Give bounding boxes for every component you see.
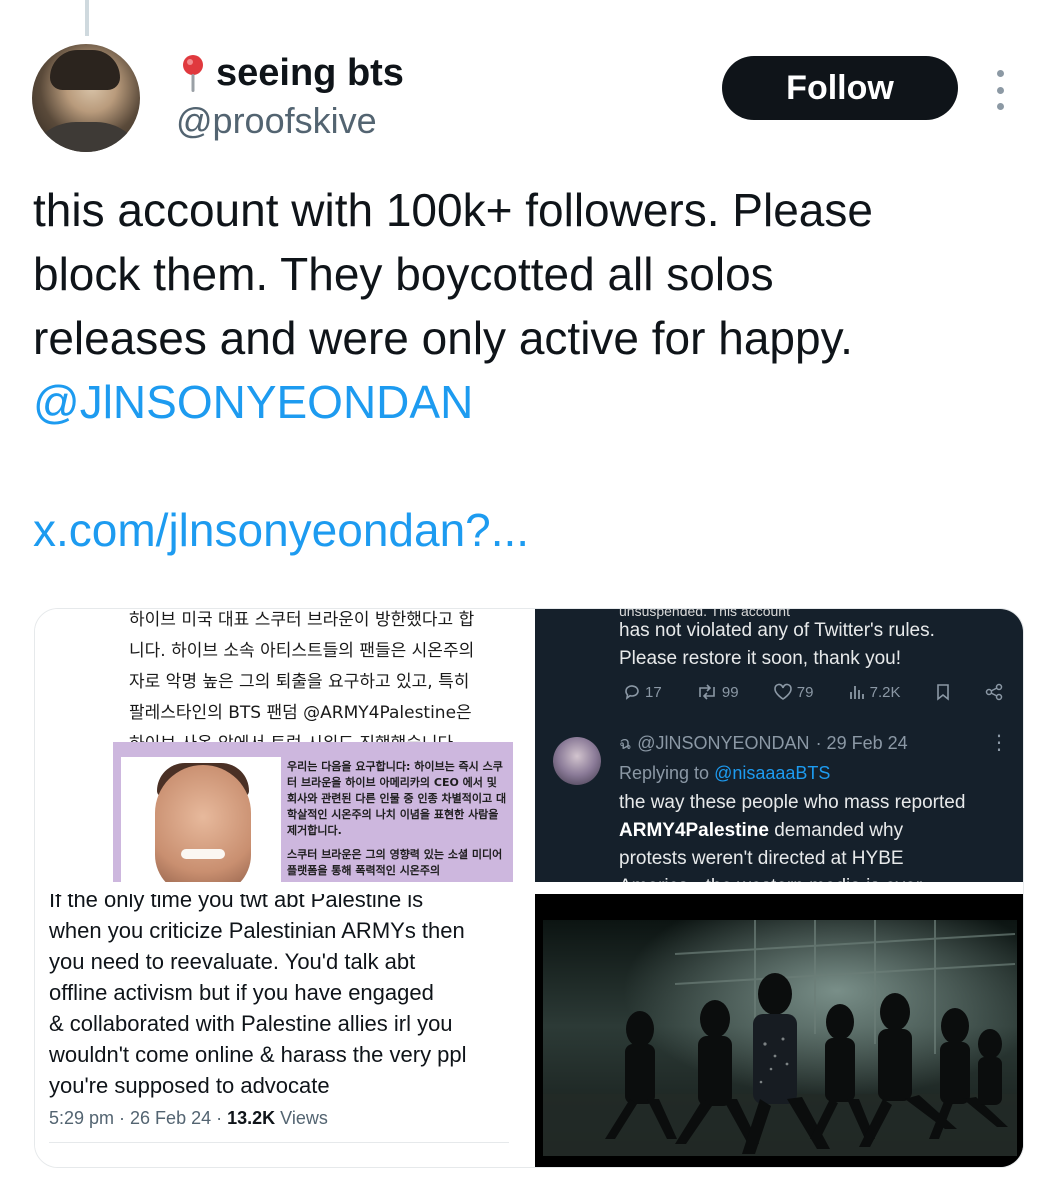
korean-line: 팔레스타인의 BTS 팬덤 @ARMY4Palestine은 — [129, 703, 472, 723]
retweet-count: 99 — [721, 683, 739, 701]
tweet-text: this account with 100k+ followers. Pleas… — [33, 178, 1013, 434]
like-action[interactable]: 79 — [773, 683, 814, 701]
share-icon — [985, 683, 1003, 701]
reply-avatar[interactable] — [553, 737, 601, 785]
tweet-views-count: 13.2K — [227, 1108, 276, 1128]
reply-line-2: ARMY4Palestine demanded why — [619, 817, 1019, 845]
media-grid: 하이브 미국 대표 스쿠터 브라운이 방한했다고 합 니다. 하이브 소속 아티… — [34, 608, 1024, 1168]
reply-bold: ARMY4Palestine — [619, 820, 769, 841]
mention-link[interactable]: @JlNSONYEONDAN — [33, 370, 1013, 434]
replying-to-label: Replying to — [619, 763, 710, 783]
portrait-photo — [121, 757, 281, 882]
round-pushpin-icon — [183, 55, 203, 92]
avatar[interactable] — [32, 44, 140, 152]
reply-date: · 29 Feb 24 — [815, 733, 908, 753]
light-tweet-line: If the only time you twt abt Palestine i… — [49, 894, 424, 912]
light-tweet-meta: 5:29 pm · 26 Feb 24 · 13.2K Views — [49, 1106, 328, 1130]
bookmark-action[interactable] — [935, 683, 951, 701]
dark-tweet-actions: 17 99 79 7.2K — [623, 683, 1003, 701]
media-photo[interactable] — [535, 894, 1023, 1167]
reply-prefix: ฉ — [619, 733, 632, 753]
retweet-icon — [699, 684, 715, 700]
views-action[interactable]: 7.2K — [848, 683, 901, 701]
dark-tweet-line: Please restore it soon, thank you! — [619, 648, 901, 669]
bookmark-icon — [936, 684, 949, 701]
views-icon — [849, 686, 864, 699]
tweet-views-label: Views — [275, 1108, 328, 1128]
reply-handle[interactable]: @JlNSONYEONDAN — [637, 729, 809, 757]
author-handle[interactable]: @proofskive — [176, 98, 404, 144]
like-count: 79 — [796, 683, 814, 701]
dance-scene-image — [535, 894, 1023, 1167]
views-count: 7.2K — [869, 683, 901, 701]
dark-tweet-line: has not violated any of Twitter's rules. — [619, 620, 935, 641]
reply-body: the way these people who mass reported A… — [619, 789, 1019, 882]
demand-paragraph: 스쿠터 브라운은 그의 영향력 있는 소셜 미디어 플랫폼을 통해 폭력적인 시… — [287, 848, 503, 877]
replying-to: Replying to @nisaaaaBTS — [619, 759, 830, 787]
media-korean-article[interactable]: 하이브 미국 대표 스쿠터 브라운이 방한했다고 합 니다. 하이브 소속 아티… — [35, 609, 523, 882]
korean-line: 니다. 하이브 소속 아티스트들의 팬들은 시온주의 — [129, 641, 475, 661]
follow-button[interactable]: Follow — [722, 56, 958, 120]
reply-line: the way these people who mass reported — [619, 792, 966, 813]
korean-line: 하이브 미국 대표 스쿠터 브라운이 방한했다고 합 — [129, 610, 475, 630]
media-dark-tweet[interactable]: unsuspended. This account has not violat… — [535, 609, 1023, 882]
heart-icon — [773, 683, 792, 700]
light-tweet-line: you're supposed to advocate — [49, 1073, 330, 1098]
reply-header: ฉ @JlNSONYEONDAN · 29 Feb 24 ⋮ — [619, 729, 1009, 757]
light-tweet-line: & collaborated with Palestine allies irl… — [49, 1011, 453, 1036]
tweet-url-link[interactable]: x.com/jlnsonyeondan?... — [33, 498, 529, 562]
reply-action[interactable]: 17 — [623, 683, 662, 701]
light-tweet-line: offline activism but if you have engaged — [49, 980, 434, 1005]
korean-line: 자로 악명 높은 그의 퇴출을 요구하고 있고, 특히 — [129, 672, 470, 692]
share-action[interactable] — [985, 683, 1003, 701]
divider — [49, 1142, 509, 1143]
reply-icon — [625, 685, 639, 700]
tweet-timestamp: 5:29 pm · 26 Feb 24 · — [49, 1108, 228, 1128]
thread-line — [85, 0, 89, 36]
media-light-tweet[interactable]: If the only time you twt abt Palestine i… — [35, 894, 523, 1167]
light-tweet-line: wouldn't come online & harass the very p… — [49, 1042, 467, 1067]
reply-line: protests weren't directed at HYBE — [619, 848, 904, 869]
reply-line: America - the western media is ever — [619, 873, 1019, 882]
replying-to-handle[interactable]: @nisaaaaBTS — [714, 763, 830, 783]
dark-tweet-text: has not violated any of Twitter's rules.… — [619, 617, 1019, 673]
tweet-line: releases and were only active for happy. — [33, 312, 853, 364]
author-names: seeing bts @proofskive — [176, 50, 404, 144]
reply-count: 17 — [645, 683, 662, 701]
demand-text: 우리는 다음을 요구합니다: 하이브는 즉시 스쿠터 브라운을 하이브 아메리카… — [287, 759, 507, 879]
display-name-row[interactable]: seeing bts — [176, 50, 404, 96]
light-tweet-text: If the only time you twt abt Palestine i… — [49, 894, 519, 1101]
tweet-line: this account with 100k+ followers. Pleas… — [33, 184, 873, 236]
retweet-action[interactable]: 99 — [696, 683, 739, 701]
more-vertical-icon[interactable] — [990, 70, 1010, 110]
more-vertical-icon[interactable]: ⋮ — [989, 729, 1009, 757]
light-tweet-line: when you criticize Palestinian ARMYs the… — [49, 918, 465, 943]
display-name: seeing bts — [216, 52, 404, 94]
reply-line-rest: demanded why — [768, 820, 904, 841]
light-tweet-line: you need to reevaluate. You'd talk abt — [49, 949, 416, 974]
tweet-line: block them. They boycotted all solos — [33, 248, 774, 300]
demand-paragraph: 우리는 다음을 요구합니다: 하이브는 즉시 스쿠터 브라운을 하이브 아메리카… — [287, 760, 507, 837]
korean-article-text: 하이브 미국 대표 스쿠터 브라운이 방한했다고 합 니다. 하이브 소속 아티… — [129, 609, 509, 760]
